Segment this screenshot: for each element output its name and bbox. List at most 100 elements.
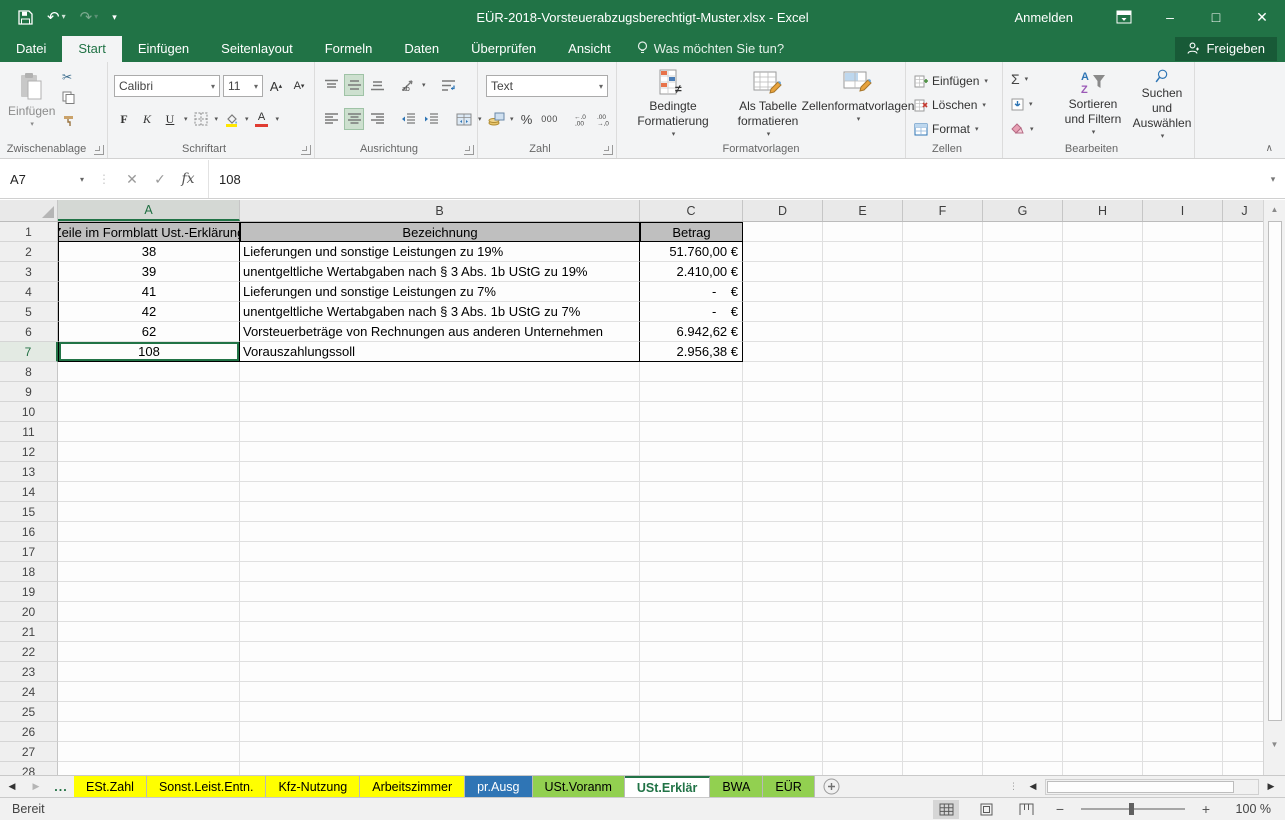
row-header-9[interactable]: 9: [0, 382, 58, 402]
customize-qat-icon[interactable]: ▾: [112, 13, 117, 22]
cell-H21[interactable]: [1063, 622, 1143, 642]
cell-G28[interactable]: [983, 762, 1063, 775]
cell-C13[interactable]: [640, 462, 743, 482]
cell-F26[interactable]: [903, 722, 983, 742]
cell-B21[interactable]: [240, 622, 640, 642]
cell-F18[interactable]: [903, 562, 983, 582]
cell-D16[interactable]: [743, 522, 823, 542]
cell-C23[interactable]: [640, 662, 743, 682]
cell-B19[interactable]: [240, 582, 640, 602]
cell-I1[interactable]: [1143, 222, 1223, 242]
cell-D9[interactable]: [743, 382, 823, 402]
ribbon-tab-seitenlayout[interactable]: Seitenlayout: [205, 36, 309, 62]
cell-J7[interactable]: [1223, 342, 1263, 362]
cell-H26[interactable]: [1063, 722, 1143, 742]
cell-D6[interactable]: [743, 322, 823, 342]
percent-style-icon[interactable]: %: [517, 108, 537, 130]
close-button[interactable]: ✕: [1239, 0, 1285, 34]
vertical-scroll-thumb[interactable]: [1268, 221, 1282, 721]
zoom-slider-thumb[interactable]: [1129, 803, 1134, 815]
cell-B12[interactable]: [240, 442, 640, 462]
cell-A5[interactable]: 42: [58, 302, 240, 322]
cell-B1[interactable]: Bezeichnung: [240, 222, 640, 242]
cell-H8[interactable]: [1063, 362, 1143, 382]
cell-C28[interactable]: [640, 762, 743, 775]
column-header-E[interactable]: E: [823, 200, 903, 221]
column-header-C[interactable]: C: [640, 200, 743, 221]
cell-C26[interactable]: [640, 722, 743, 742]
cell-A13[interactable]: [58, 462, 240, 482]
cell-I27[interactable]: [1143, 742, 1223, 762]
paste-button[interactable]: Einfügen ▾: [8, 66, 55, 144]
cell-B22[interactable]: [240, 642, 640, 662]
row-header-25[interactable]: 25: [0, 702, 58, 722]
underline-button[interactable]: U: [160, 108, 180, 130]
name-box[interactable]: A7▾: [2, 167, 90, 192]
cell-G16[interactable]: [983, 522, 1063, 542]
row-header-13[interactable]: 13: [0, 462, 58, 482]
cell-A6[interactable]: 62: [58, 322, 240, 342]
cell-E19[interactable]: [823, 582, 903, 602]
scroll-up-icon[interactable]: ▲: [1264, 200, 1285, 219]
cell-F28[interactable]: [903, 762, 983, 775]
column-header-F[interactable]: F: [903, 200, 983, 221]
cell-H10[interactable]: [1063, 402, 1143, 422]
cell-B8[interactable]: [240, 362, 640, 382]
ribbon-tab-start[interactable]: Start: [62, 36, 121, 62]
sheet-nav-left-icon[interactable]: ◀: [0, 776, 24, 797]
cell-J2[interactable]: [1223, 242, 1263, 262]
cell-A2[interactable]: 38: [58, 242, 240, 262]
cell-I25[interactable]: [1143, 702, 1223, 722]
collapse-ribbon-icon[interactable]: ∧: [1266, 143, 1273, 154]
cell-D24[interactable]: [743, 682, 823, 702]
cell-I13[interactable]: [1143, 462, 1223, 482]
cell-A3[interactable]: 39: [58, 262, 240, 282]
cell-E4[interactable]: [823, 282, 903, 302]
cell-B28[interactable]: [240, 762, 640, 775]
cell-E21[interactable]: [823, 622, 903, 642]
delete-cells-button[interactable]: Löschen▾: [914, 94, 988, 116]
align-top-icon[interactable]: [321, 74, 341, 96]
cell-D2[interactable]: [743, 242, 823, 262]
cell-F12[interactable]: [903, 442, 983, 462]
cell-H16[interactable]: [1063, 522, 1143, 542]
cell-B16[interactable]: [240, 522, 640, 542]
cell-A16[interactable]: [58, 522, 240, 542]
row-header-24[interactable]: 24: [0, 682, 58, 702]
cell-A20[interactable]: [58, 602, 240, 622]
cell-H17[interactable]: [1063, 542, 1143, 562]
row-header-15[interactable]: 15: [0, 502, 58, 522]
align-center-icon[interactable]: [344, 108, 364, 130]
cell-J11[interactable]: [1223, 422, 1263, 442]
cell-H9[interactable]: [1063, 382, 1143, 402]
cell-F15[interactable]: [903, 502, 983, 522]
number-dialog-launcher[interactable]: [603, 145, 613, 155]
cell-D13[interactable]: [743, 462, 823, 482]
cell-F25[interactable]: [903, 702, 983, 722]
cell-D25[interactable]: [743, 702, 823, 722]
cell-D5[interactable]: [743, 302, 823, 322]
scroll-down-icon[interactable]: ▼: [1264, 735, 1285, 754]
autosum-button[interactable]: Σ▾: [1011, 68, 1034, 90]
hscroll-right-icon[interactable]: ▶: [1259, 781, 1283, 792]
row-header-1[interactable]: 1: [0, 222, 58, 242]
cell-H14[interactable]: [1063, 482, 1143, 502]
cell-D28[interactable]: [743, 762, 823, 775]
cell-B26[interactable]: [240, 722, 640, 742]
cell-C14[interactable]: [640, 482, 743, 502]
hscroll-left-icon[interactable]: ◀: [1021, 781, 1045, 792]
cell-H20[interactable]: [1063, 602, 1143, 622]
cell-E6[interactable]: [823, 322, 903, 342]
cell-C1[interactable]: Betrag: [640, 222, 743, 242]
insert-cells-button[interactable]: Einfügen▾: [914, 70, 988, 92]
zoom-slider[interactable]: [1081, 808, 1185, 810]
fill-color-icon[interactable]: [221, 108, 241, 130]
cell-A23[interactable]: [58, 662, 240, 682]
cell-B13[interactable]: [240, 462, 640, 482]
row-header-22[interactable]: 22: [0, 642, 58, 662]
cell-F14[interactable]: [903, 482, 983, 502]
cell-E22[interactable]: [823, 642, 903, 662]
cell-C21[interactable]: [640, 622, 743, 642]
cell-H13[interactable]: [1063, 462, 1143, 482]
cell-D11[interactable]: [743, 422, 823, 442]
